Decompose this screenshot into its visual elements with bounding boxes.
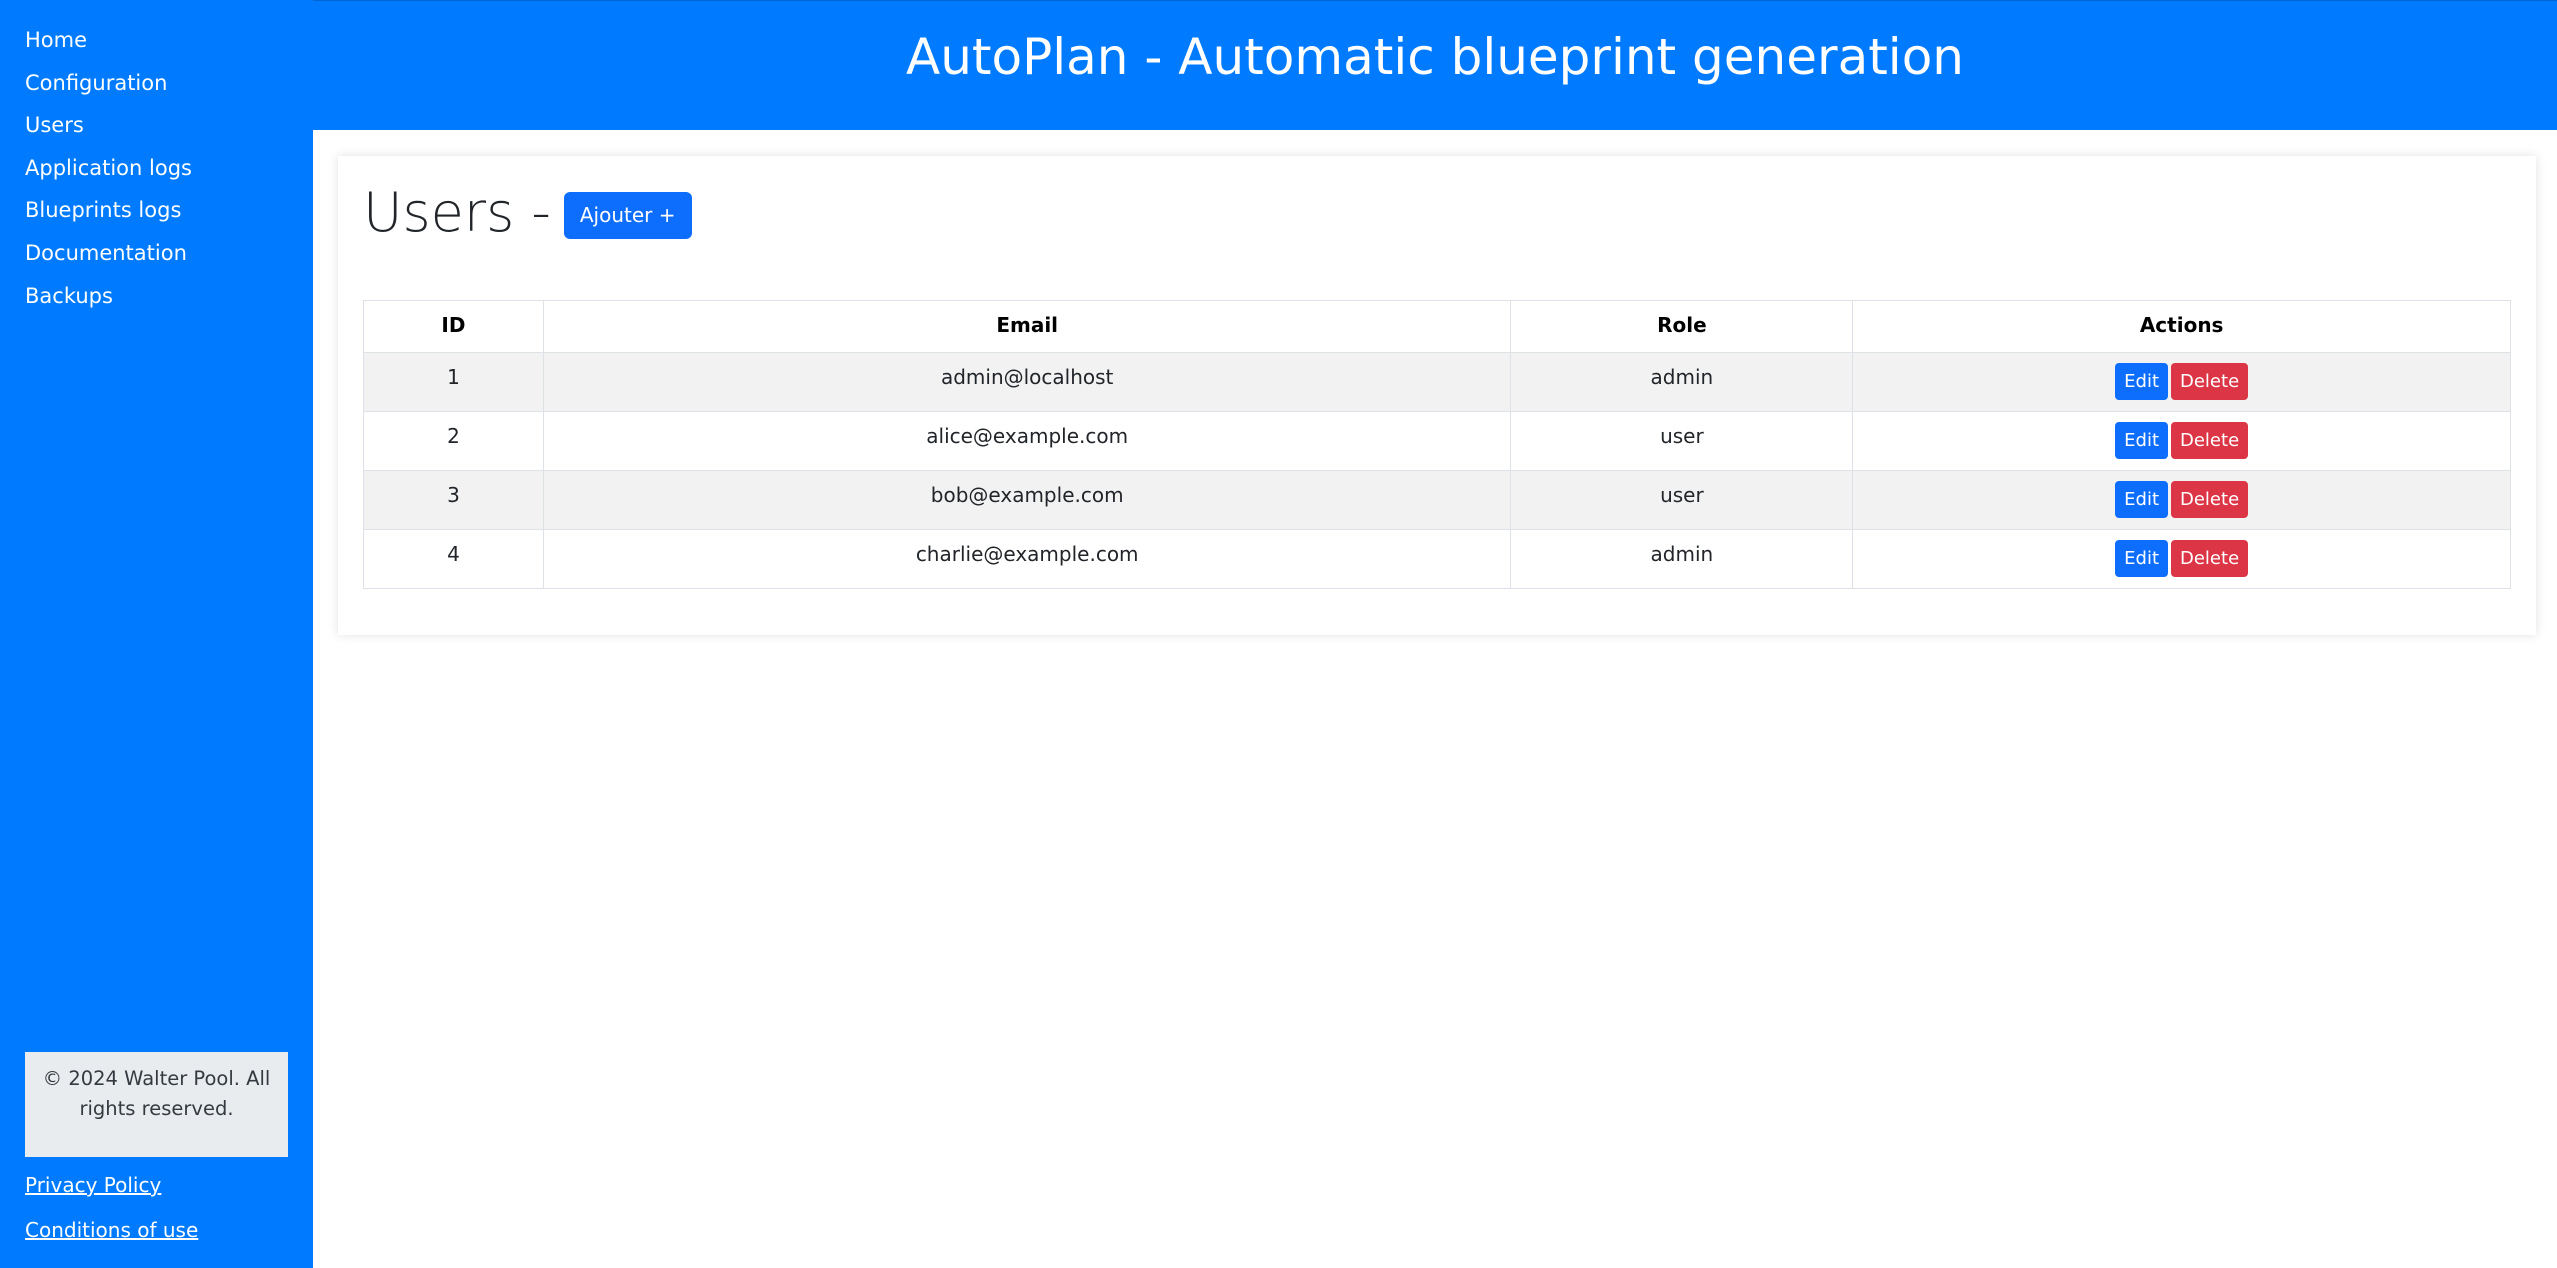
sidebar-nav: Home Configuration Users Application log… xyxy=(25,25,192,323)
header: AutoPlan - Automatic blueprint generatio… xyxy=(313,0,2557,130)
edit-button[interactable]: Edit xyxy=(2115,422,2168,459)
add-user-button[interactable]: Ajouter + xyxy=(563,191,692,239)
title-row: Users - Ajouter + xyxy=(363,178,692,248)
sidebar-link-application-logs[interactable]: Application logs xyxy=(25,156,192,180)
cell-email: bob@example.com xyxy=(542,470,1512,530)
table-row: 4 charlie@example.com admin Edit Delete xyxy=(363,529,2511,589)
delete-button[interactable]: Delete xyxy=(2171,540,2249,577)
table-row: 2 alice@example.com user Edit Delete xyxy=(363,411,2511,471)
sidebar-link-backups[interactable]: Backups xyxy=(25,284,113,308)
users-card: Users - Ajouter + ID Email Role Actions … xyxy=(338,156,2536,635)
sidebar-item-application-logs: Application logs xyxy=(25,153,192,196)
edit-button[interactable]: Edit xyxy=(2115,363,2168,400)
column-header-email: Email xyxy=(542,300,1512,353)
delete-button[interactable]: Delete xyxy=(2171,481,2249,518)
delete-button[interactable]: Delete xyxy=(2171,363,2249,400)
table-row: 3 bob@example.com user Edit Delete xyxy=(363,470,2511,530)
conditions-of-use-link[interactable]: Conditions of use xyxy=(25,1218,198,1242)
cell-email: admin@localhost xyxy=(542,352,1512,412)
column-header-role: Role xyxy=(1510,300,1854,353)
cell-actions: Edit Delete xyxy=(1852,411,2511,471)
cell-role: admin xyxy=(1510,529,1854,589)
app-title: AutoPlan - Automatic blueprint generatio… xyxy=(906,28,1964,86)
copyright-text: © 2024 Walter Pool. All rights reserved. xyxy=(42,1067,271,1120)
cell-id: 4 xyxy=(363,529,544,589)
cell-email: alice@example.com xyxy=(542,411,1512,471)
edit-button[interactable]: Edit xyxy=(2115,481,2168,518)
cell-role: user xyxy=(1510,411,1854,471)
sidebar-link-documentation[interactable]: Documentation xyxy=(25,241,187,265)
cell-role: user xyxy=(1510,470,1854,530)
table-row: 1 admin@localhost admin Edit Delete xyxy=(363,352,2511,412)
copyright-box: © 2024 Walter Pool. All rights reserved. xyxy=(25,1052,288,1157)
sidebar-link-blueprints-logs[interactable]: Blueprints logs xyxy=(25,198,181,222)
cell-role: admin xyxy=(1510,352,1854,412)
cell-id: 3 xyxy=(363,470,544,530)
sidebar-link-home[interactable]: Home xyxy=(25,28,87,52)
sidebar-link-configuration[interactable]: Configuration xyxy=(25,71,167,95)
cell-actions: Edit Delete xyxy=(1852,529,2511,589)
sidebar-item-blueprints-logs: Blueprints logs xyxy=(25,195,192,238)
cell-email: charlie@example.com xyxy=(542,529,1512,589)
table-header-row: ID Email Role Actions xyxy=(363,300,2511,353)
users-table: ID Email Role Actions 1 admin@localhost … xyxy=(363,300,2511,589)
delete-button[interactable]: Delete xyxy=(2171,422,2249,459)
cell-actions: Edit Delete xyxy=(1852,470,2511,530)
sidebar-item-backups: Backups xyxy=(25,281,192,324)
privacy-policy-link[interactable]: Privacy Policy xyxy=(25,1173,161,1197)
column-header-id: ID xyxy=(363,300,544,353)
sidebar-item-documentation: Documentation xyxy=(25,238,192,281)
sidebar: Home Configuration Users Application log… xyxy=(0,0,313,1268)
sidebar-link-users[interactable]: Users xyxy=(25,113,84,137)
sidebar-item-users: Users xyxy=(25,110,192,153)
page-title: Users - xyxy=(363,181,551,244)
edit-button[interactable]: Edit xyxy=(2115,540,2168,577)
cell-id: 1 xyxy=(363,352,544,412)
sidebar-item-home: Home xyxy=(25,25,192,68)
sidebar-item-configuration: Configuration xyxy=(25,68,192,111)
cell-actions: Edit Delete xyxy=(1852,352,2511,412)
cell-id: 2 xyxy=(363,411,544,471)
column-header-actions: Actions xyxy=(1852,300,2511,353)
